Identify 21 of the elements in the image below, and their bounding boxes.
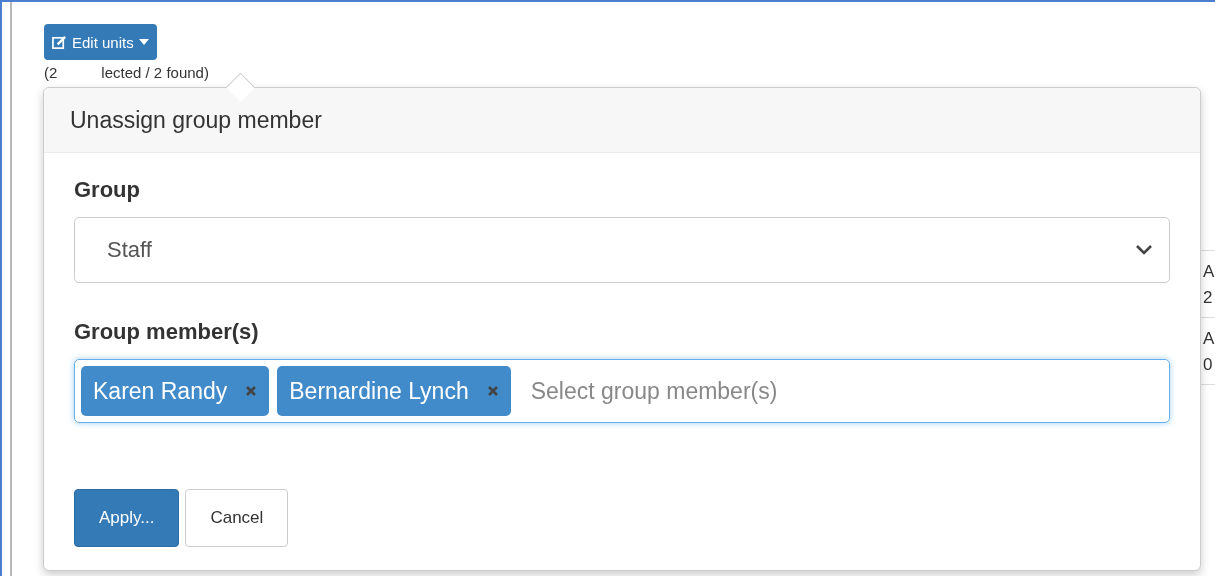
- table-cell-text: A: [1203, 328, 1215, 350]
- cancel-button[interactable]: Cancel: [185, 489, 289, 547]
- selection-summary: lected / 2 found): [101, 64, 209, 82]
- apply-button[interactable]: Apply...: [74, 489, 180, 547]
- remove-icon[interactable]: [245, 385, 258, 397]
- edit-units-button[interactable]: Edit units: [44, 24, 157, 60]
- table-cell-text: 0: [1203, 354, 1214, 376]
- member-tag: Bernardine Lynch: [277, 366, 511, 416]
- edit-icon: [52, 34, 67, 50]
- popover-title: Unassign group member: [70, 106, 322, 134]
- group-members-field[interactable]: Karen Randy Bernardine Lynch Select group member(s): [74, 359, 1170, 423]
- selection-summary: (2: [44, 64, 58, 82]
- chevron-down-icon: [1135, 244, 1153, 256]
- group-select[interactable]: Staff: [74, 217, 1170, 283]
- caret-icon: [138, 39, 149, 45]
- member-tag: Karen Randy: [81, 366, 270, 416]
- table-cell-text: 2: [1203, 287, 1214, 309]
- table-cell-text: A: [1203, 261, 1215, 283]
- remove-icon[interactable]: [486, 385, 499, 397]
- group-label: Group: [74, 177, 141, 203]
- group-members-label: Group member(s): [74, 319, 260, 345]
